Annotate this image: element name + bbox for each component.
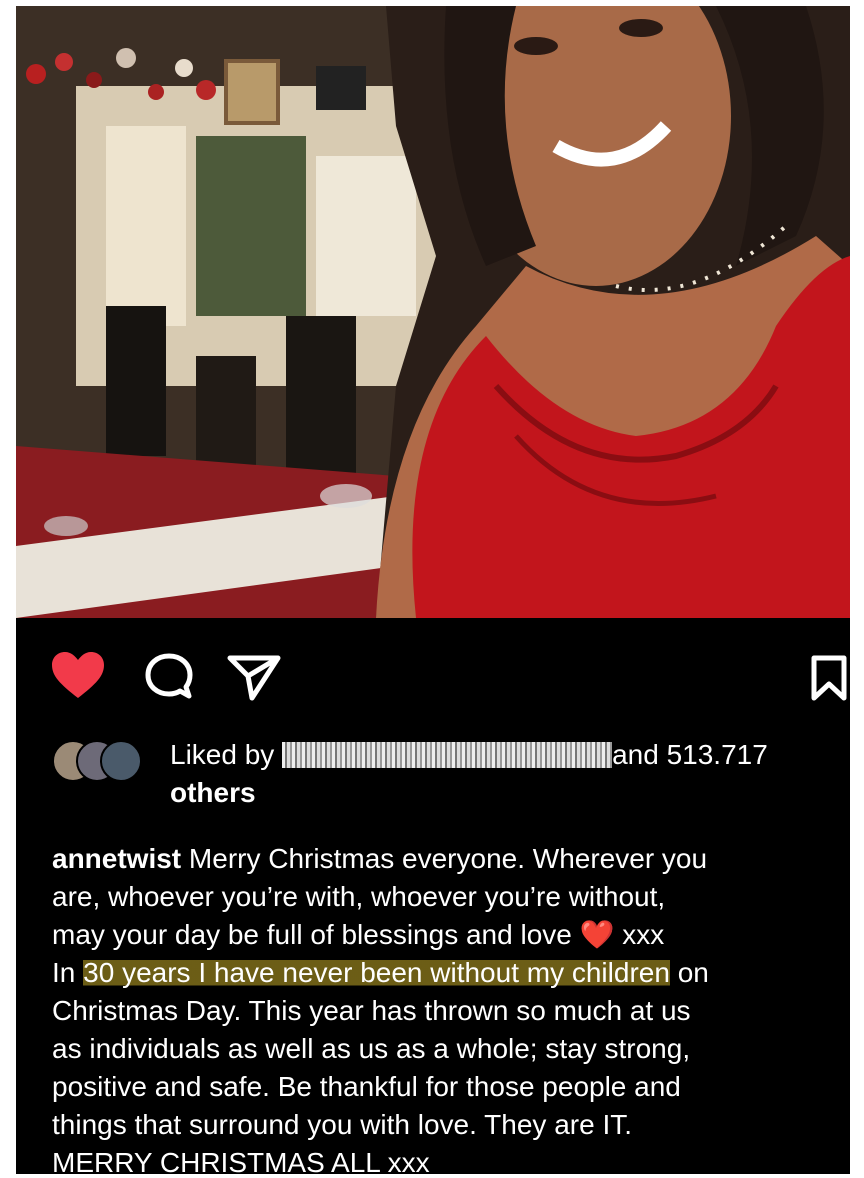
- caption-line: Christmas Day. This year has thrown so m…: [52, 995, 691, 1026]
- liked-others[interactable]: others: [170, 777, 256, 808]
- likes-text: Liked by and 513.717 others: [170, 736, 850, 812]
- redacted-username: [282, 742, 613, 768]
- photo-scene: [16, 6, 850, 618]
- caption-line: are, whoever you’re with, whoever you’re…: [52, 881, 666, 912]
- caption-line: as individuals as well as us as a whole;…: [52, 1033, 691, 1064]
- highlighted-text: 30 years I have never been without my ch…: [83, 957, 670, 988]
- liker-avatars: [52, 740, 172, 782]
- send-icon[interactable]: [226, 652, 282, 702]
- liked-prefix: Liked by: [170, 739, 275, 770]
- post-actions-bar: [16, 646, 850, 706]
- caption-line: positive and safe. Be thankful for those…: [52, 1071, 681, 1102]
- post-photo[interactable]: [16, 6, 850, 618]
- caption-line: MERRY CHRISTMAS ALL xxx: [52, 1147, 430, 1174]
- caption-line: things that surround you with love. They…: [52, 1109, 633, 1140]
- bookmark-icon[interactable]: [808, 654, 850, 704]
- caption-line: on: [669, 957, 709, 988]
- caption-line: xxx: [622, 919, 665, 950]
- heart-icon[interactable]: [50, 650, 106, 700]
- instagram-post: Liked by and 513.717 others annetwist Me…: [16, 6, 850, 1174]
- caption-line: Merry Christmas everyone. Wherever you: [188, 843, 708, 874]
- comment-icon[interactable]: [144, 652, 194, 700]
- caption-line: In: [52, 957, 84, 988]
- liked-suffix[interactable]: and 513.717: [612, 739, 768, 770]
- caption-line: may your day be full of blessings and lo…: [52, 919, 572, 950]
- heart-emoji-icon: ❤️: [579, 919, 615, 950]
- username-link[interactable]: annetwist: [52, 843, 181, 874]
- avatar: [100, 740, 142, 782]
- post-caption: annetwist Merry Christmas everyone. Wher…: [52, 840, 850, 1174]
